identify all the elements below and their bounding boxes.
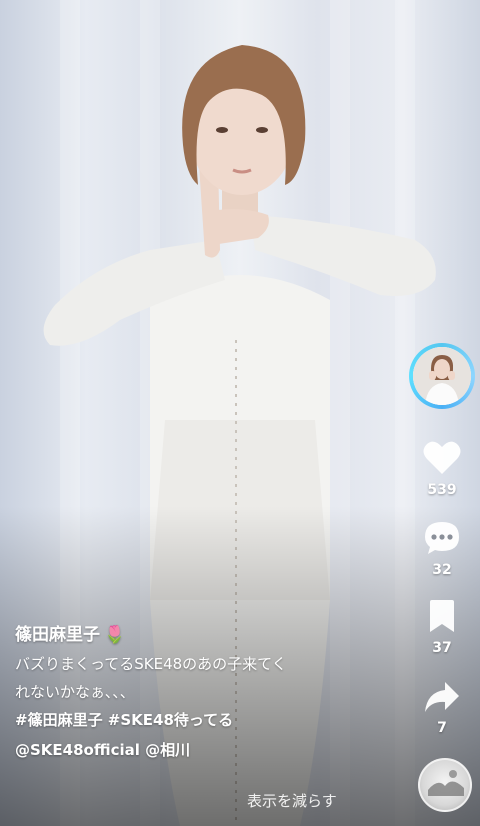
sound-disc-icon bbox=[428, 770, 464, 796]
share-count: 7 bbox=[437, 720, 447, 736]
description-line-2: れないかなぁ、、、 bbox=[15, 683, 135, 701]
share-button[interactable]: 7 bbox=[412, 680, 472, 736]
author-name[interactable]: 篠田麻里子 🌷 bbox=[15, 620, 405, 650]
comment-button[interactable]: 32 bbox=[412, 520, 472, 578]
mentions[interactable]: @SKE48official @相川 bbox=[15, 736, 405, 766]
share-arrow-icon bbox=[425, 682, 459, 712]
avatar-image bbox=[413, 347, 471, 405]
hashtags[interactable]: #篠田麻里子 #SKE48待ってる bbox=[15, 706, 405, 736]
like-count: 539 bbox=[427, 482, 457, 498]
post-caption: 篠田麻里子 🌷 バズりまくってるSKE48のあの子来てく れないかなぁ、、、 #… bbox=[15, 620, 405, 766]
tulip-emoji: 🌷 bbox=[104, 625, 126, 645]
comment-count: 32 bbox=[432, 562, 452, 578]
heart-icon bbox=[423, 441, 461, 474]
save-count: 37 bbox=[432, 640, 452, 656]
description-line-1: バズりまくってるSKE48のあの子来てく bbox=[15, 655, 287, 673]
comment-bubble-icon bbox=[425, 522, 459, 554]
like-button[interactable]: 539 bbox=[412, 440, 472, 498]
bookmark-icon bbox=[430, 600, 454, 632]
sound-disc[interactable] bbox=[418, 758, 472, 812]
author-name-text: 篠田麻里子 bbox=[15, 625, 100, 645]
show-less-button[interactable]: 表示を減らす bbox=[247, 790, 337, 811]
creator-avatar[interactable] bbox=[409, 343, 475, 409]
save-button[interactable]: 37 bbox=[412, 600, 472, 656]
